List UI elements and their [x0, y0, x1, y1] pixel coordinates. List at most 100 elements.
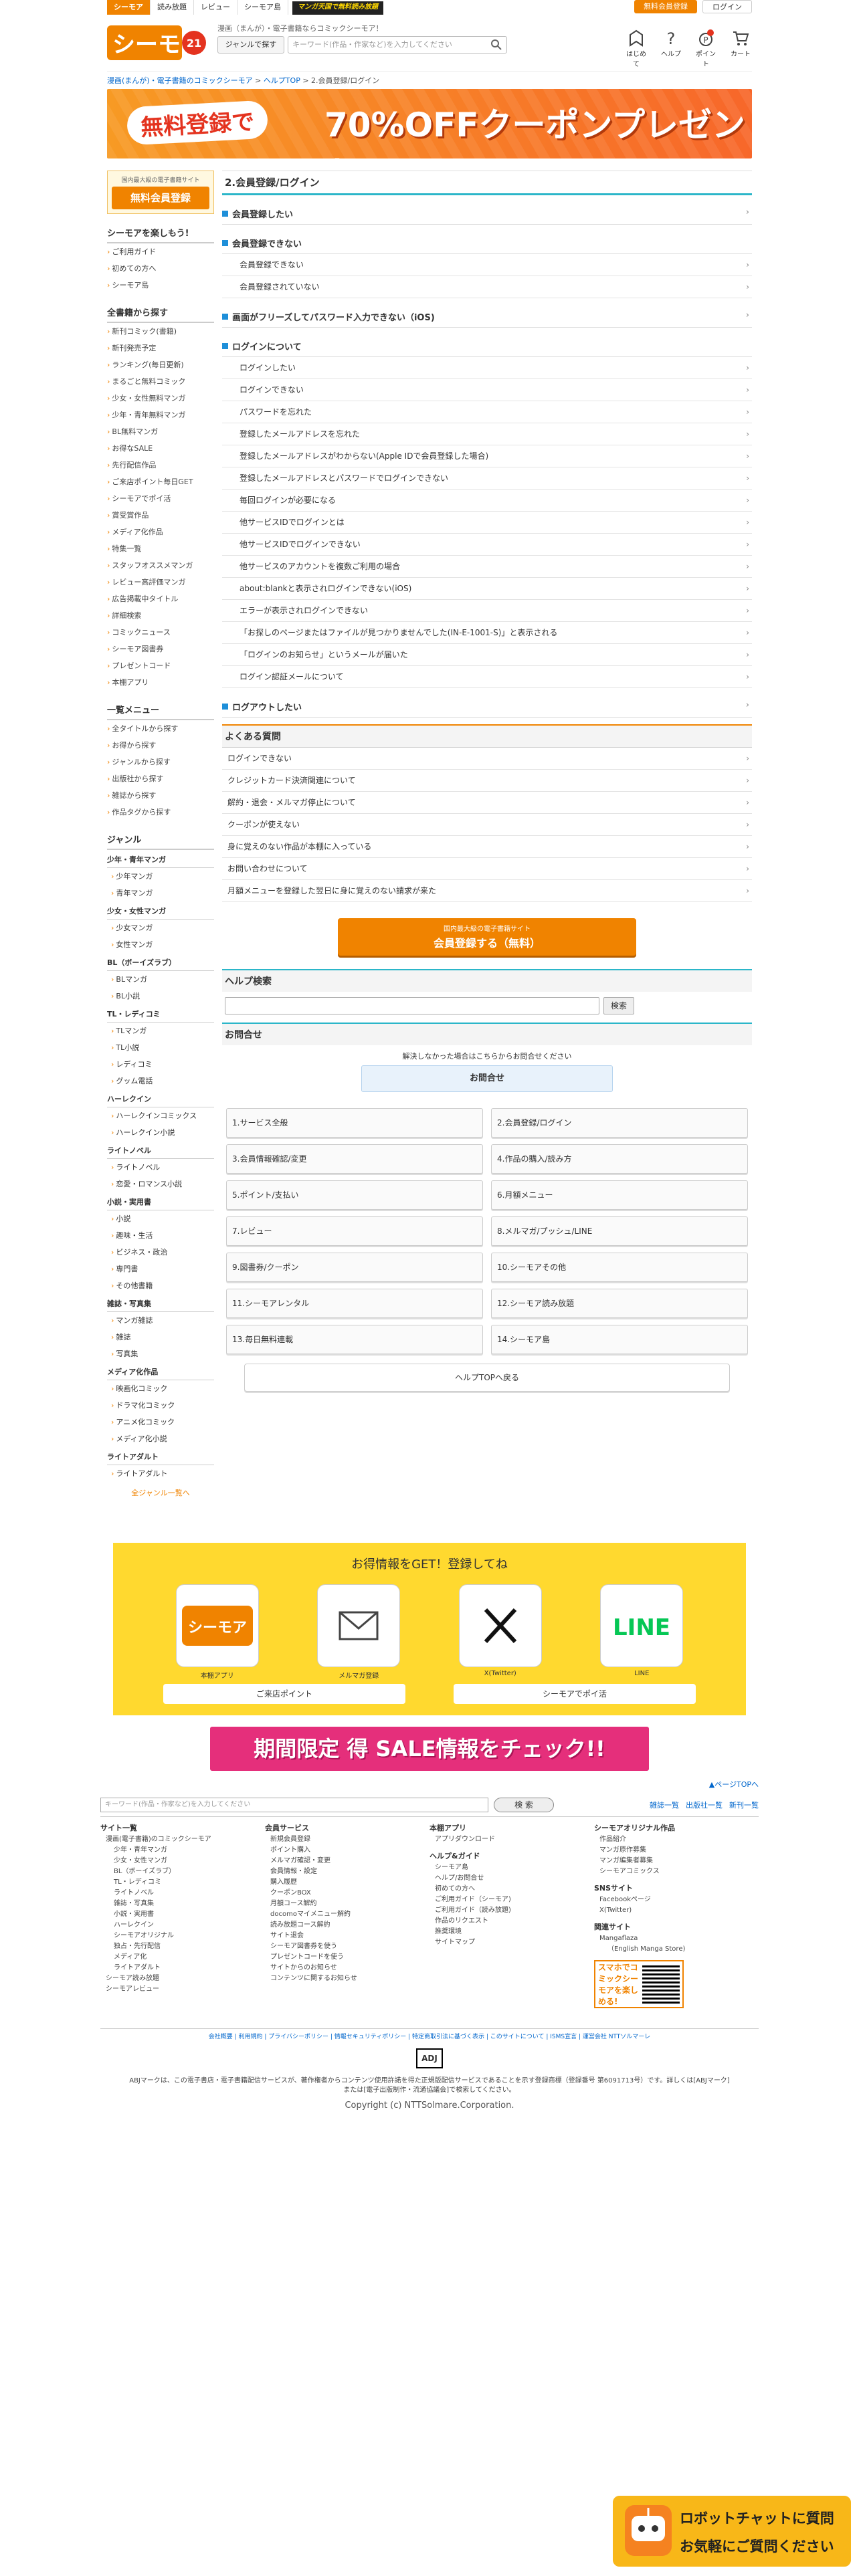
genre-item[interactable]: › 女性マンガ [107, 936, 214, 953]
footer-link[interactable]: シーモア図書券を使う [265, 1941, 430, 1952]
footer-link[interactable]: 小説・実用書 [100, 1909, 265, 1920]
footer-link[interactable]: マンガ編集者募集 [594, 1856, 759, 1866]
genre-head[interactable]: 小説・実用書 [107, 1195, 214, 1210]
help-section-title[interactable]: 画面がフリーズしてパスワード入力できない（iOS) › [222, 306, 752, 328]
genre-head[interactable]: 少年・青年マンガ [107, 853, 214, 868]
footer-link[interactable]: サイトからのお知らせ [265, 1963, 430, 1973]
sidebar-all-item[interactable]: › プレゼントコード [107, 657, 214, 674]
footer-link[interactable]: シーモア島 [430, 1862, 594, 1873]
genre-item[interactable]: › 写真集 [107, 1346, 214, 1362]
help-category-button[interactable]: 9.図書券/クーポン [226, 1253, 483, 1282]
footer-link[interactable]: 推奨環境 [430, 1927, 594, 1937]
footer-link[interactable]: ヘルプ/お問合せ [430, 1873, 594, 1884]
footer-link[interactable]: TL・レディコミ [100, 1877, 265, 1888]
footer-link[interactable]: シーモアレビュー [100, 1984, 265, 1995]
footer-link[interactable]: Mangaflaza [594, 1933, 759, 1944]
sidebar-all-item[interactable]: › メディア化作品 [107, 524, 214, 540]
sidebar-all-item[interactable]: › シーモア図書券 [107, 641, 214, 657]
genre-item[interactable]: › ハーレクインコミックス [107, 1107, 214, 1124]
footer-search-button[interactable]: 検 索 [494, 1798, 554, 1812]
help-question-item[interactable]: 他サービスIDでログインできない › [222, 534, 752, 556]
sidebar-all-item[interactable]: › 賞受賞作品 [107, 507, 214, 524]
visit-point-button[interactable]: ご来店ポイント [163, 1684, 405, 1704]
footer-link[interactable]: ポイント購入 [265, 1845, 430, 1856]
help-category-button[interactable]: 11.シーモアレンタル [226, 1289, 483, 1318]
line-link[interactable]: LINE LINE [600, 1584, 684, 1680]
footer-link[interactable]: シーモアオリジナル [100, 1931, 265, 1941]
footer-link-new[interactable]: 新刊一覧 [729, 1800, 759, 1810]
footer-link[interactable]: 少女・女性マンガ [100, 1856, 265, 1866]
faq-item[interactable]: ログインできない › [222, 748, 752, 770]
footer-link[interactable]: 雑誌・写真集 [100, 1899, 265, 1909]
legal-links[interactable]: 会社概要 | 利用規約 | プライバシーポリシー | 情報セキュリティポリシー … [100, 2028, 759, 2040]
footer-link[interactable]: 初めての方へ [430, 1884, 594, 1895]
sidebar-all-item[interactable]: › 特集一覧 [107, 540, 214, 557]
genre-head[interactable]: 雑誌・写真集 [107, 1297, 214, 1312]
footer-search-input[interactable]: キーワード(作品・作家など)を入力してください [100, 1798, 488, 1812]
help-category-button[interactable]: 1.サービス全般 [226, 1108, 483, 1138]
faq-item[interactable]: クーポンが使えない › [222, 814, 752, 836]
footer-link-publishers[interactable]: 出版社一覧 [686, 1800, 723, 1810]
genre-item[interactable]: › BLマンガ [107, 971, 214, 988]
genre-item[interactable]: › レディコミ [107, 1056, 214, 1073]
footer-link[interactable]: シーモア読み放題 [100, 1973, 265, 1984]
footer-link[interactable]: クーポンBOX [265, 1888, 430, 1899]
mailmag-link[interactable]: メルマガ登録 [317, 1584, 401, 1680]
footer-link[interactable]: コンテンツに関するお知らせ [265, 1973, 430, 1984]
sidebar-all-item[interactable]: › ご来店ポイント毎日GET [107, 473, 214, 490]
footer-link[interactable]: シーモアコミックス [594, 1866, 759, 1877]
footer-link[interactable]: 作品のリクエスト [430, 1916, 594, 1927]
genre-item[interactable]: › 小説 [107, 1210, 214, 1227]
sidebar-menu-item[interactable]: › 作品タグから探す [107, 804, 214, 821]
genre-item[interactable]: › 恋愛・ロマンス小説 [107, 1176, 214, 1192]
footer-link[interactable]: 漫画(電子書籍)のコミックシーモア [100, 1834, 265, 1845]
help-section-title[interactable]: ログアウトしたい › [222, 696, 752, 718]
sidebar-menu-item[interactable]: › ジャンルから探す [107, 754, 214, 770]
help-question-item[interactable]: 他サービスのアカウントを複数ご利用の場合 › [222, 556, 752, 578]
footer-link[interactable]: ご利用ガイド（シーモア) [430, 1895, 594, 1905]
faq-item[interactable]: クレジットカード決済関連について › [222, 770, 752, 792]
help-question-item[interactable]: 登録したメールアドレスがわからない(Apple IDで会員登録した場合) › [222, 445, 752, 467]
help-category-button[interactable]: 3.会員情報確認/変更 [226, 1144, 483, 1174]
help-question-item[interactable]: about:blankと表示されログインできない(iOS) › [222, 578, 752, 600]
sidebar-all-item[interactable]: › 先行配信作品 [107, 457, 214, 473]
help-question-item[interactable]: ログインできない › [222, 379, 752, 401]
genre-item[interactable]: › ライトアダルト [107, 1465, 214, 1482]
genre-item[interactable]: › その他書籍 [107, 1277, 214, 1294]
contact-button[interactable]: お問合せ [361, 1065, 613, 1092]
footer-link[interactable]: メルマガ確認・変更 [265, 1856, 430, 1866]
footer-link[interactable]: docomoマイメニュー解約 [265, 1909, 430, 1920]
sidebar-all-item[interactable]: › 新刊コミック(書籍) [107, 323, 214, 340]
help-category-button[interactable]: 10.シーモアその他 [491, 1253, 748, 1282]
sidebar-all-item[interactable]: › シーモアでポイ活 [107, 490, 214, 507]
genre-item[interactable]: › ライトノベル [107, 1159, 214, 1176]
genre-item[interactable]: › 少女マンガ [107, 920, 214, 936]
genre-item[interactable]: › 専門書 [107, 1261, 214, 1277]
genre-item[interactable]: › 雑誌 [107, 1329, 214, 1346]
sidebar-all-item[interactable]: › コミックニュース [107, 624, 214, 641]
sidebar-menu-item[interactable]: › お得から探す [107, 737, 214, 754]
sidebar-all-item[interactable]: › スタッフオススメマンガ [107, 557, 214, 574]
genre-item[interactable]: › 映画化コミック [107, 1380, 214, 1397]
help-category-button[interactable]: 6.月額メニュー [491, 1180, 748, 1210]
help-question-item[interactable]: 登録したメールアドレスを忘れた › [222, 423, 752, 445]
app-qr-box[interactable]: スマホでコミックシーモアを楽しめる! [594, 1960, 684, 2008]
genre-item[interactable]: › 青年マンガ [107, 885, 214, 901]
faq-item[interactable]: 月額メニューを登録した翌日に身に覚えのない請求が来た › [222, 880, 752, 902]
footer-link[interactable]: アプリダウンロード [430, 1834, 594, 1845]
genre-item[interactable]: › マンガ雑誌 [107, 1312, 214, 1329]
sidebar-menu-item[interactable]: › 雑誌から探す [107, 787, 214, 804]
footer-link[interactable]: ライトノベル [100, 1888, 265, 1899]
genre-item[interactable]: › メディア化小説 [107, 1430, 214, 1447]
member-register-button[interactable]: 国内最大級の電子書籍サイト 会員登録する（無料） [338, 918, 636, 956]
sidebar-all-item[interactable]: › 少女・女性無料マンガ [107, 390, 214, 407]
genre-head[interactable]: ライトノベル [107, 1144, 214, 1159]
robot-chat-button[interactable]: ロボットチャットに質問 お気軽にご質問ください [611, 2494, 852, 2568]
faq-item[interactable]: 身に覚えのない作品が本棚に入っている › [222, 836, 752, 858]
sidebar-all-item[interactable]: › レビュー高評価マンガ [107, 574, 214, 591]
help-top-back-button[interactable]: ヘルプTOPへ戻る [244, 1364, 730, 1392]
page-top-link[interactable]: ▲ページTOPへ [709, 1779, 759, 1790]
help-question-item[interactable]: エラーが表示されログインできない › [222, 600, 752, 622]
help-question-item[interactable]: 会員登録されていない › [222, 276, 752, 298]
footer-link[interactable]: 少年・青年マンガ [100, 1845, 265, 1856]
